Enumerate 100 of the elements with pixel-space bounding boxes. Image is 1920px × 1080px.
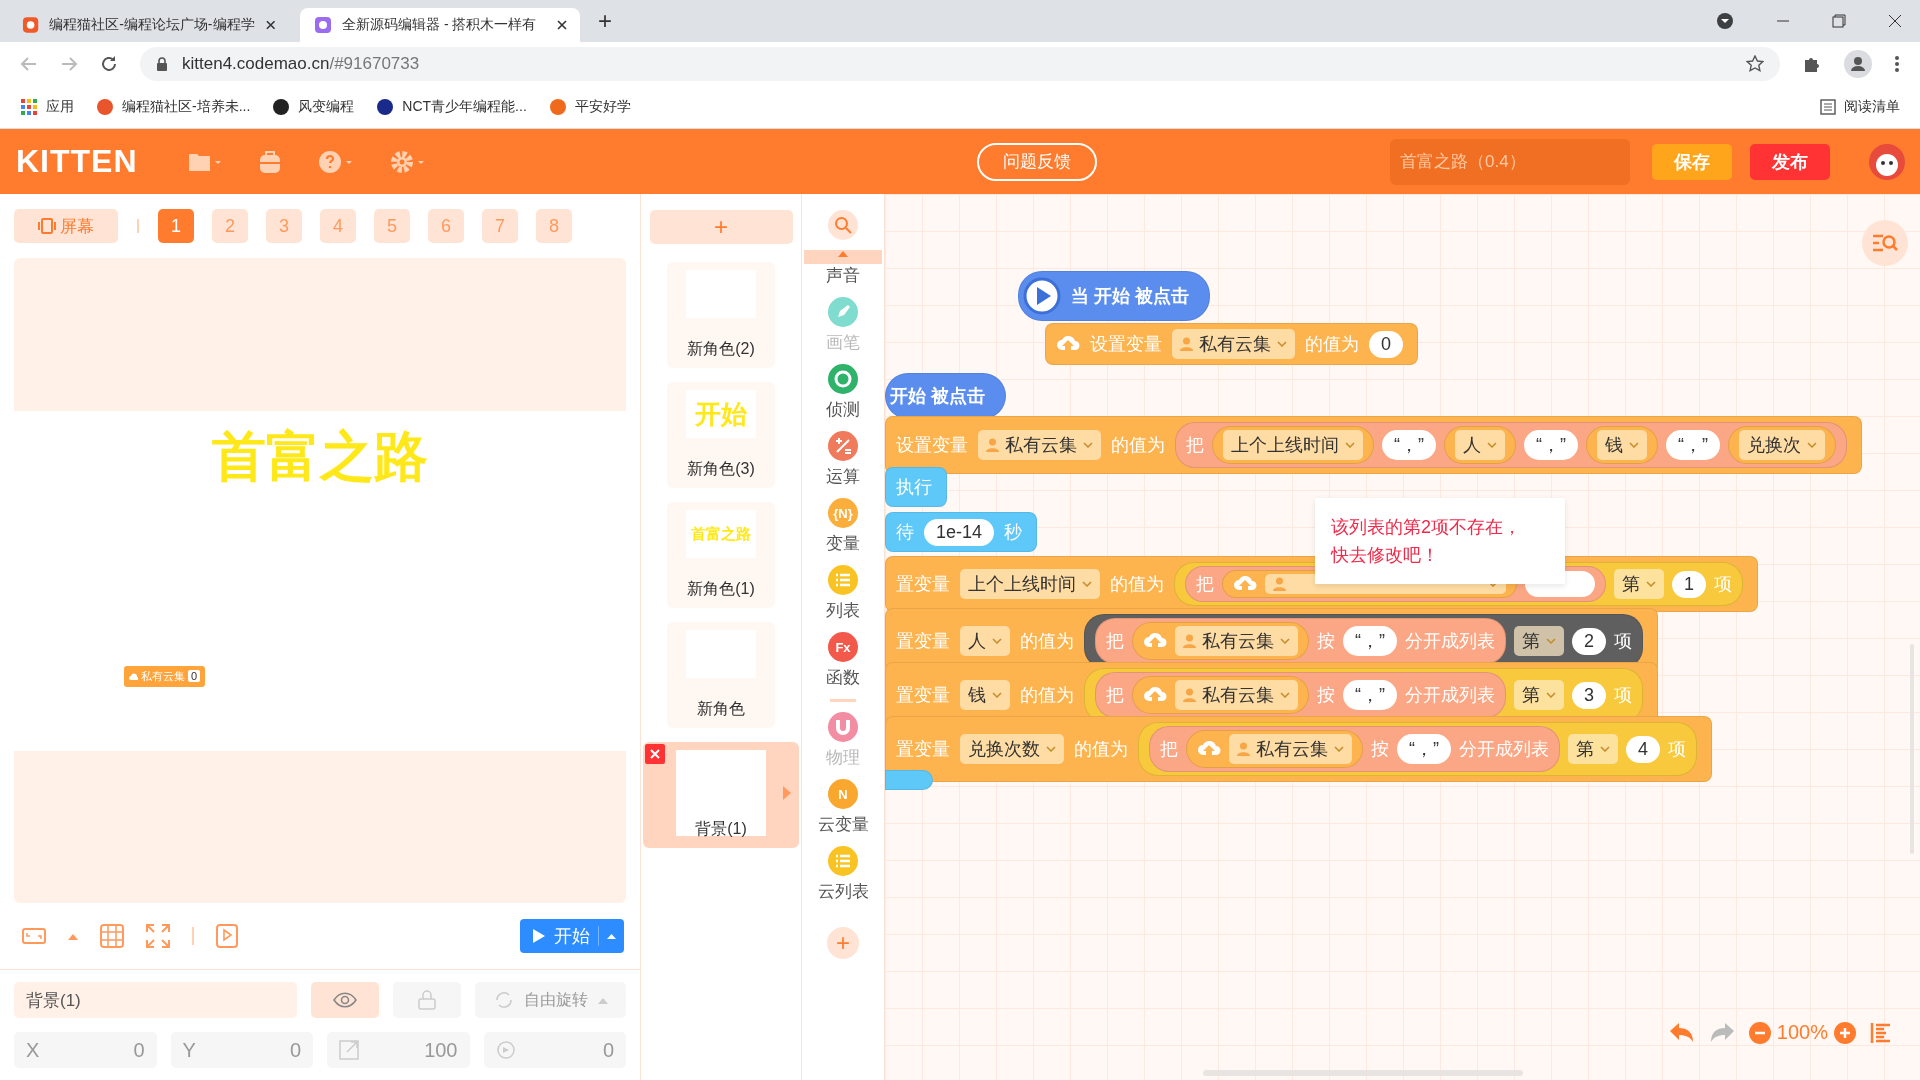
sprite-card[interactable]: 背景(1) [643, 742, 799, 848]
undo-icon[interactable] [1668, 1021, 1695, 1044]
reporter-block[interactable]: 人 [1444, 426, 1516, 464]
backpack-icon[interactable] [257, 149, 282, 174]
help-icon[interactable] [317, 149, 354, 174]
close-icon[interactable] [1888, 14, 1902, 28]
close-icon[interactable] [264, 19, 276, 31]
reporter-block[interactable]: 私有云集 [1132, 676, 1309, 714]
category-item[interactable]: 侦测 [826, 364, 860, 421]
value-field[interactable]: “，” [1666, 430, 1720, 460]
dropdown[interactable]: 兑换次数 [960, 734, 1064, 764]
fullscreen-icon[interactable] [146, 924, 170, 948]
category-item[interactable]: 云列表 [817, 846, 869, 903]
dropdown[interactable]: 私有云集 [978, 430, 1101, 460]
dropdown[interactable]: 私有云集 [1229, 734, 1352, 764]
browser-tab[interactable]: 编程猫社区-编程论坛广场-编程学 [8, 8, 288, 42]
value-field[interactable]: “，” [1382, 430, 1436, 460]
bookmark[interactable]: 编程猫社区-培养未... [96, 98, 251, 116]
reload-icon[interactable] [100, 55, 118, 73]
value-field[interactable]: “，” [1343, 680, 1397, 710]
value-field[interactable]: 3 [1572, 681, 1606, 709]
category-item[interactable]: N 云变量 [817, 779, 869, 836]
code-block[interactable] [885, 770, 933, 790]
search-list-button[interactable] [1862, 220, 1908, 266]
delete-icon[interactable] [645, 744, 665, 764]
star-icon[interactable] [1746, 55, 1764, 73]
code-block[interactable]: 待 1e-14 秒 [885, 512, 1038, 552]
reporter-block[interactable]: 把 私有云集 按 “，” 分开成列表 [1095, 618, 1506, 664]
stage-size-icon[interactable] [22, 928, 46, 944]
category-item[interactable]: 声音 [826, 264, 860, 287]
address-bar[interactable]: kitten4.codemao.cn/#91670733 [140, 47, 1780, 81]
search-button[interactable] [828, 210, 858, 240]
new-tab-button[interactable]: + [592, 6, 618, 36]
value-field[interactable]: 1e-14 [924, 518, 995, 546]
dropdown[interactable]: 人 [960, 626, 1010, 656]
redo-icon[interactable] [1708, 1021, 1735, 1044]
dropdown[interactable]: 私有云集 [1175, 626, 1298, 656]
value-field[interactable]: 2 [1572, 627, 1606, 655]
dropdown[interactable]: 第 [1568, 734, 1618, 764]
grid-icon[interactable] [100, 924, 124, 948]
dropdown[interactable]: 钱 [960, 680, 1010, 710]
sprite-card[interactable]: 首富之路 新角色(1) [667, 502, 775, 608]
dropdown[interactable]: 人 [1455, 430, 1505, 460]
tab-search-icon[interactable] [1716, 12, 1734, 30]
code-canvas[interactable] [885, 194, 1920, 1080]
reporter-block[interactable]: 私有云集 [1132, 622, 1309, 660]
forward-icon[interactable] [60, 55, 78, 73]
bookmark[interactable]: 风变编程 [272, 98, 355, 116]
dropdown[interactable]: 上个上线时间 [1223, 430, 1363, 460]
avatar-icon[interactable] [1868, 142, 1906, 181]
bookmark[interactable]: 平安好学 [548, 98, 631, 116]
reporter-block[interactable]: 上个上线时间 [1212, 426, 1374, 464]
restore-icon[interactable] [1832, 14, 1846, 28]
code-block[interactable]: 置变量 兑换次数 的值为 把 私有云集 按 “，” 分开成列表 第 4 项 [885, 716, 1712, 782]
dropdown[interactable]: 上个上线时间 [960, 569, 1100, 599]
value-field[interactable]: 0 [1369, 330, 1403, 358]
category-item[interactable]: Fx 函数 [826, 632, 860, 689]
dropdown[interactable]: 私有云集 [1172, 329, 1295, 359]
name-field[interactable]: 背景(1) [14, 982, 297, 1018]
close-icon[interactable] [556, 19, 568, 31]
bookmark[interactable]: 应用 [20, 98, 74, 116]
caret-icon[interactable] [68, 932, 78, 940]
reporter-block[interactable]: 钱 [1586, 426, 1658, 464]
scroll-up-bar[interactable] [804, 250, 882, 264]
reporter-block[interactable]: 兑换次 [1728, 426, 1836, 464]
sprite-card[interactable]: 新角色(2) [667, 262, 775, 368]
dropdown[interactable]: 兑换次 [1739, 430, 1825, 460]
reporter-block[interactable]: 私有云集 [1186, 730, 1363, 768]
align-icon[interactable] [1870, 1021, 1892, 1044]
dropdown[interactable]: 第 [1614, 569, 1664, 599]
value-field[interactable]: 1 [1672, 570, 1706, 598]
zoom-in-icon[interactable] [1834, 1021, 1856, 1044]
code-block[interactable]: 设置变量 私有云集 的值为 把 上个上线时间 “，” 人 “，” 钱 “，” 兑换次 [885, 416, 1862, 474]
lock-button[interactable] [393, 982, 461, 1018]
value-field[interactable]: “，” [1397, 734, 1451, 764]
visibility-button[interactable] [311, 982, 379, 1018]
category-item[interactable]: 运算 [826, 431, 860, 488]
dropdown[interactable]: 第 [1514, 626, 1564, 656]
category-item[interactable]: 列表 [826, 565, 860, 622]
profile-icon[interactable] [1844, 50, 1872, 78]
dropdown[interactable]: 第 [1514, 680, 1564, 710]
dropdown[interactable]: 私有云集 [1175, 680, 1298, 710]
browser-tab[interactable]: 全新源码编辑器 - 搭积木一样有 [300, 8, 580, 42]
reporter-block[interactable]: 把 私有云集 按 “，” 分开成列表 [1095, 672, 1506, 718]
dropdown[interactable]: 钱 [1597, 430, 1647, 460]
reporter-block[interactable]: 把 私有云集 按 “，” 分开成列表 [1149, 726, 1560, 772]
value-field[interactable]: 4 [1626, 735, 1660, 763]
sprite-card[interactable]: 开始 新角色(3) [667, 382, 775, 488]
back-icon[interactable] [20, 55, 38, 73]
sprite-card[interactable]: 新角色 [667, 622, 775, 728]
value-field[interactable]: “，” [1343, 626, 1397, 656]
reporter-block[interactable]: 把 私有云集 按 “，” 分开成列表 第 4 项 [1138, 722, 1697, 776]
more-icon[interactable] [1894, 55, 1900, 73]
zoom-out-icon[interactable] [1748, 1021, 1771, 1044]
publish-button[interactable]: 发布 [1750, 143, 1830, 180]
reading-list-button[interactable]: 阅读清单 [1820, 98, 1900, 116]
phone-play-icon[interactable] [216, 924, 238, 948]
settings-icon[interactable] [389, 149, 426, 174]
reporter-block[interactable]: 把 上个上线时间 “，” 人 “，” 钱 “，” 兑换次 [1175, 422, 1847, 468]
arrow-right-icon[interactable] [783, 786, 791, 800]
